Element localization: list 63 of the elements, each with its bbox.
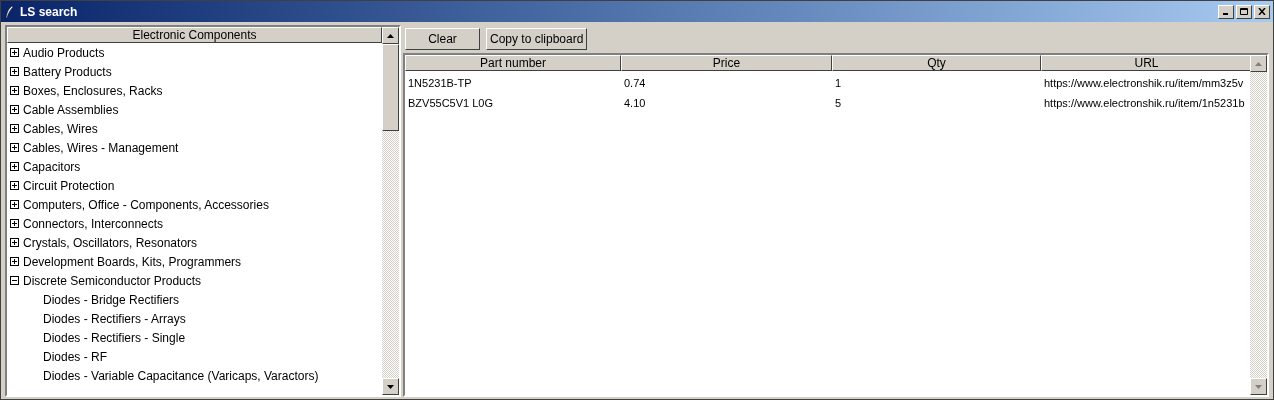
down-arrow-icon (387, 384, 394, 389)
tree-item[interactable]: Battery Products (23, 62, 112, 81)
column-header[interactable]: URL (1041, 55, 1250, 71)
expand-icon[interactable] (10, 67, 19, 76)
tree-item[interactable]: Diodes - Rectifiers - Single (43, 328, 186, 347)
scroll-up-button[interactable] (382, 27, 399, 44)
tree-item[interactable]: Cables, Wires - Management (23, 138, 179, 157)
tree-item[interactable]: Circuit Protection (23, 176, 115, 195)
expand-icon[interactable] (10, 238, 19, 247)
scroll-down-button[interactable] (1250, 378, 1267, 395)
expand-icon[interactable] (10, 181, 19, 190)
tree-item[interactable]: Diodes - Bridge Rectifiers (43, 290, 180, 309)
table-cell: 0.74 (624, 77, 646, 89)
column-header[interactable]: Qty (832, 55, 1041, 71)
expand-icon[interactable] (10, 257, 19, 266)
table-cell: 5 (835, 97, 842, 109)
tree-item[interactable]: Diodes - Rectifiers - Arrays (43, 309, 186, 328)
table-cell: https://www.electronshik.ru/item/1n5231b (1044, 97, 1245, 109)
expand-icon[interactable] (10, 105, 19, 114)
feather-icon (4, 4, 14, 19)
expand-icon[interactable] (10, 162, 19, 171)
clear-button[interactable]: Clear (405, 28, 480, 50)
scroll-down-button[interactable] (382, 378, 399, 395)
scroll-up-button[interactable] (1250, 55, 1267, 72)
down-arrow-icon (1255, 384, 1262, 389)
table-cell: https://www.electronshik.ru/item/mm3z5v (1044, 77, 1244, 89)
tree-item[interactable]: Cable Assemblies (23, 100, 119, 119)
maximize-icon (1240, 8, 1248, 15)
tree-item[interactable]: Computers, Office - Components, Accessories (23, 195, 269, 214)
table-cell: BZV55C5V1 L0G (408, 97, 493, 109)
copy-button[interactable]: Copy to clipboard (486, 28, 588, 50)
up-arrow-icon (387, 33, 394, 38)
tree-item[interactable]: Cables, Wires (23, 119, 98, 138)
table-cell: 4.10 (624, 97, 646, 109)
table-cell: 1N5231B-TP (408, 77, 472, 89)
expand-icon[interactable] (10, 86, 19, 95)
table-cell: 1 (835, 77, 842, 89)
expand-icon[interactable] (10, 143, 19, 152)
maximize-button[interactable] (1236, 4, 1252, 19)
column-header[interactable]: Part number (405, 55, 621, 71)
column-header[interactable]: Price (621, 55, 832, 71)
expand-icon[interactable] (10, 219, 19, 228)
tree-item[interactable]: Connectors, Interconnects (23, 214, 164, 233)
tree-item[interactable]: Boxes, Enclosures, Racks (23, 81, 163, 100)
tree-item[interactable]: Crystals, Oscillators, Resonators (23, 233, 198, 252)
column-header[interactable]: Electronic Components (7, 27, 382, 43)
scroll-thumb[interactable] (382, 44, 399, 131)
tree-item[interactable]: Diodes - RF (43, 347, 107, 366)
scrollbar[interactable] (382, 27, 399, 395)
window-title: LS search (20, 3, 78, 21)
expand-icon[interactable] (10, 48, 19, 57)
minimize-button[interactable] (1218, 4, 1234, 19)
tree-item[interactable]: Development Boards, Kits, Programmers (23, 252, 242, 271)
close-button[interactable] (1254, 4, 1270, 19)
expand-icon[interactable] (10, 200, 19, 209)
up-arrow-icon (1255, 61, 1262, 66)
collapse-icon[interactable] (10, 276, 19, 285)
tree-item[interactable]: Audio Products (23, 43, 105, 62)
tree-item[interactable]: Capacitors (23, 157, 81, 176)
tree-item[interactable]: Discrete Semiconductor Products (23, 271, 202, 290)
expand-icon[interactable] (10, 124, 19, 133)
tree-item[interactable]: Diodes - Variable Capacitance (Varicaps, Varactors) (43, 366, 319, 385)
close-icon (1258, 8, 1266, 15)
